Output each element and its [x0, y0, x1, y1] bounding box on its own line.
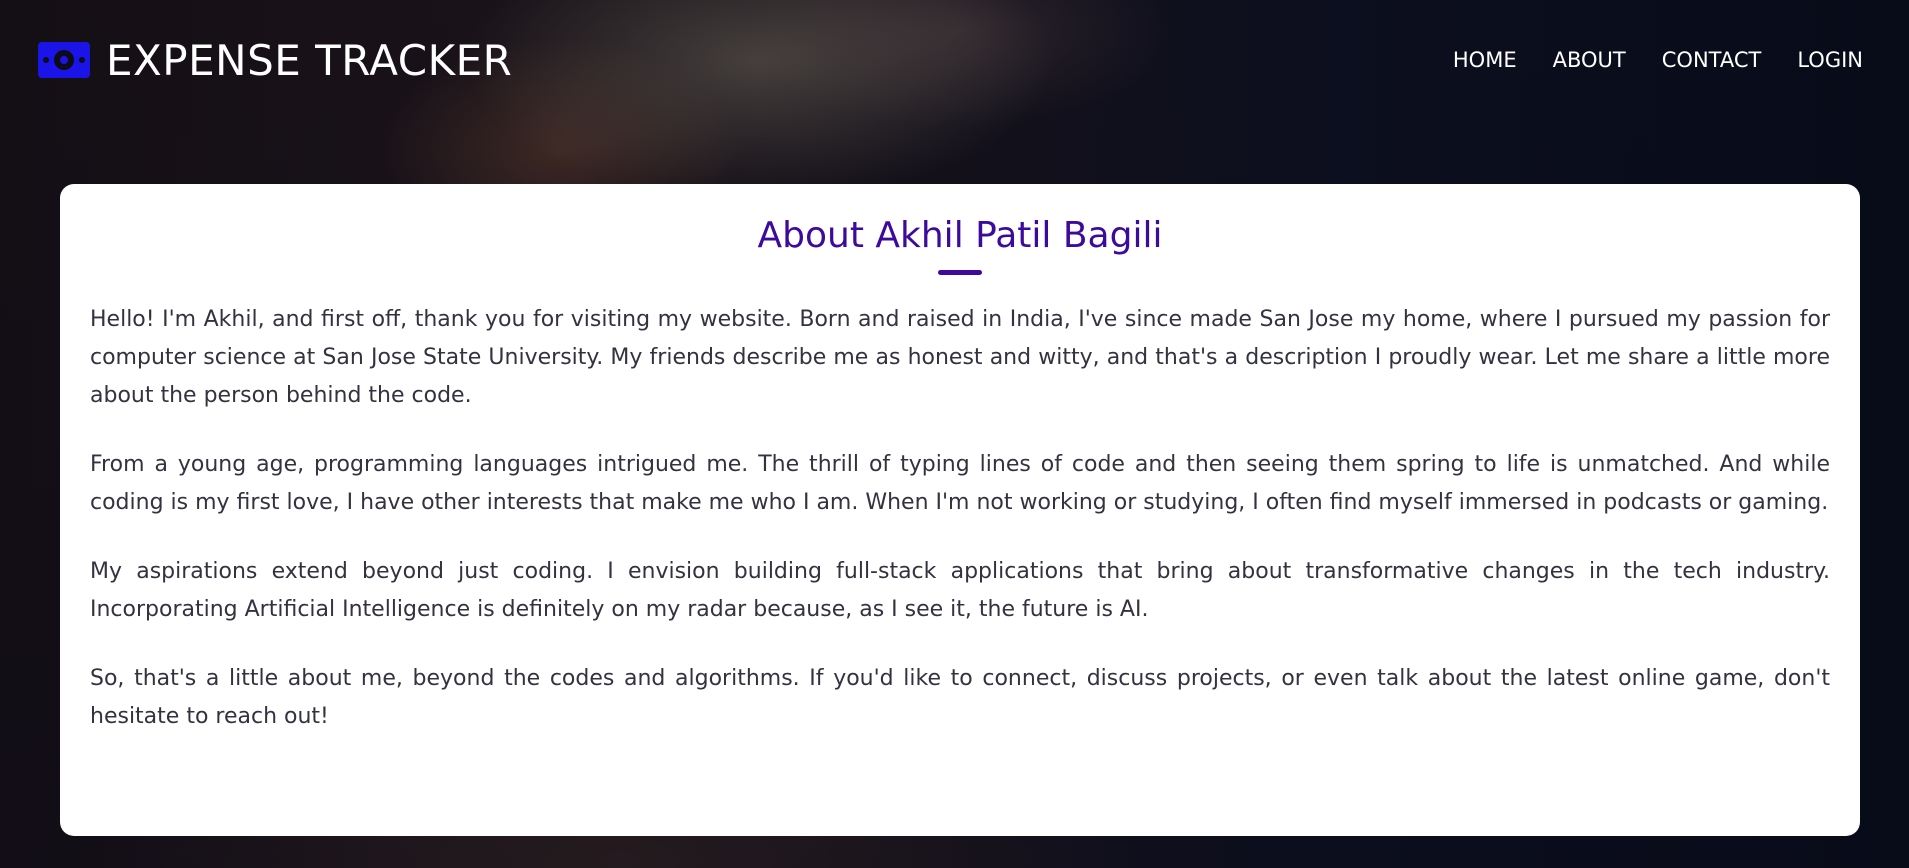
nav-contact[interactable]: CONTACT — [1662, 48, 1762, 72]
about-paragraph-3: My aspirations extend beyond just coding… — [90, 559, 1830, 622]
about-heading: About Akhil Patil Bagili — [757, 215, 1163, 256]
about-paragraph-2: From a young age, programming languages … — [90, 452, 1830, 515]
money-bill-icon — [38, 42, 90, 78]
main-nav: HOME ABOUT CONTACT LOGIN — [1453, 48, 1863, 72]
site-title: EXPENSE TRACKER — [106, 35, 513, 85]
site-header: EXPENSE TRACKER HOME ABOUT CONTACT LOGIN — [0, 0, 1909, 120]
about-paragraph-1: Hello! I'm Akhil, and first off, thank y… — [90, 307, 1830, 408]
about-paragraph-4: So, that's a little about me, beyond the… — [90, 666, 1830, 729]
nav-about[interactable]: ABOUT — [1553, 48, 1626, 72]
brand[interactable]: EXPENSE TRACKER — [38, 36, 512, 85]
nav-home[interactable]: HOME — [1453, 48, 1517, 72]
heading-underline — [938, 270, 982, 275]
about-card: About Akhil Patil Bagili Hello! I'm Akhi… — [60, 184, 1860, 836]
nav-login[interactable]: LOGIN — [1797, 48, 1863, 72]
